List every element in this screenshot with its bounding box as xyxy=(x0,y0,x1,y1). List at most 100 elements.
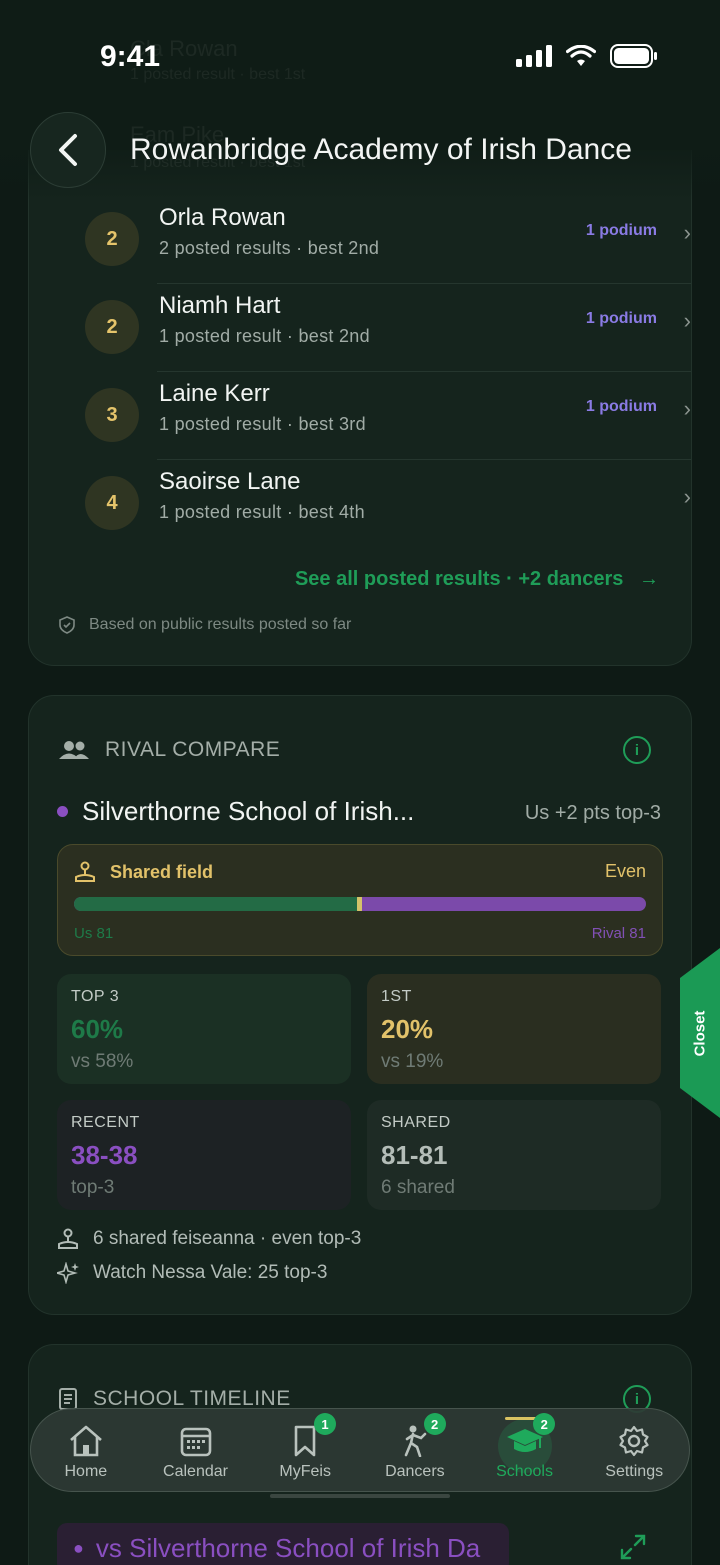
rank-badge: 4 xyxy=(85,476,139,530)
tab-myfeis[interactable]: MyFeis 1 xyxy=(250,1409,360,1491)
signal-icon xyxy=(516,45,552,67)
podium-badge: 1 podium xyxy=(585,398,657,415)
rank-badge: 2 xyxy=(85,212,139,266)
fact-text: 6 shared feiseanna · even top-3 xyxy=(93,1228,362,1249)
dancer-row-niamh-hart[interactable]: 2 Niamh Hart 1 posted result · best 2nd … xyxy=(57,284,691,372)
podium-badge: 1 podium xyxy=(585,310,657,327)
fact-watch: Watch Nessa Vale: 25 top-3 xyxy=(57,1262,327,1284)
see-all-results-link[interactable]: See all posted results · +2 dancers → xyxy=(295,568,659,591)
stat-label: RECENT xyxy=(71,1114,140,1131)
people-icon xyxy=(59,741,89,759)
info-icon[interactable]: i xyxy=(623,736,651,764)
stat-label: 1ST xyxy=(381,988,412,1005)
rival-compare-card: RIVAL COMPARE i Silverthorne School of I… xyxy=(28,695,692,1315)
notification-badge: 2 xyxy=(423,1413,446,1435)
tab-label: MyFeis xyxy=(279,1463,331,1480)
joystick-icon xyxy=(75,861,95,882)
wifi-icon xyxy=(566,45,596,66)
tab-schools[interactable]: Schools 2 xyxy=(470,1409,580,1491)
expand-icon[interactable] xyxy=(619,1533,647,1561)
tab-label: Settings xyxy=(605,1463,664,1480)
dancer-name: Laine Kerr xyxy=(159,380,270,407)
tab-calendar[interactable]: Calendar xyxy=(141,1409,251,1491)
stat-sub: 6 shared xyxy=(381,1177,455,1198)
chevron-left-icon xyxy=(59,134,77,166)
rival-name: Silverthorne School of Irish... xyxy=(82,796,415,826)
stat-sub: top-3 xyxy=(71,1177,115,1198)
shared-field-label: Shared field xyxy=(110,861,214,882)
joystick-icon xyxy=(58,1228,78,1249)
back-button[interactable] xyxy=(30,112,106,188)
shared-field-bar xyxy=(74,897,646,911)
status-time: 9:41 xyxy=(100,40,161,73)
closet-tab[interactable]: Closet xyxy=(680,948,720,1118)
shield-check-icon xyxy=(59,616,75,634)
stat-value: 81-81 xyxy=(381,1140,448,1170)
shared-field-status: Even xyxy=(604,861,646,881)
sparkle-icon xyxy=(57,1262,79,1284)
notification-badge: 1 xyxy=(313,1413,336,1435)
status-bar: 9:41 xyxy=(0,0,720,110)
notification-badge: 2 xyxy=(533,1413,556,1435)
shared-field-bar-us xyxy=(74,897,360,911)
arrow-right-icon: → xyxy=(639,568,659,590)
stat-value: 20% xyxy=(381,1014,434,1044)
tab-settings[interactable]: Settings xyxy=(579,1409,689,1491)
shared-field-title: Shared field xyxy=(74,861,213,883)
stat-recent: RECENT 38-38 top-3 xyxy=(57,1100,351,1210)
stat-first: 1ST 20% vs 19% xyxy=(367,974,661,1084)
rank-badge: 3 xyxy=(85,388,139,442)
chevron-right-icon: › xyxy=(683,308,691,333)
rival-meta: Us +2 pts top-3 xyxy=(524,802,661,824)
dancer-row-orla-rowan[interactable]: 2 Orla Rowan 2 posted results · best 2nd… xyxy=(57,196,691,284)
stat-value: 60% xyxy=(71,1014,124,1044)
fact-shared-feiseanna: 6 shared feiseanna · even top-3 xyxy=(57,1228,361,1250)
dancer-sub: 1 posted result · best 4th xyxy=(159,502,365,522)
tab-dancers[interactable]: Dancers 2 xyxy=(360,1409,470,1491)
stat-label: TOP 3 xyxy=(71,988,120,1005)
page-title: Rowanbridge Academy of Irish Dance xyxy=(130,133,632,166)
dancer-name: Niamh Hart xyxy=(159,292,281,319)
tab-bar: Home Calendar MyFeis 1 Dancers 2 Schools… xyxy=(30,1408,690,1492)
bookmark-icon xyxy=(294,1425,316,1457)
section-header: RIVAL COMPARE xyxy=(59,738,280,762)
tab-label: Home xyxy=(64,1463,108,1480)
stat-top3: TOP 3 60% vs 58% xyxy=(57,974,351,1084)
us-label: Us 81 xyxy=(74,925,114,942)
vs-rival-pill[interactable]: ● vs Silverthorne School of Irish Da xyxy=(57,1523,509,1565)
chevron-right-icon: › xyxy=(683,484,691,509)
rank-badge: 2 xyxy=(85,300,139,354)
shared-field-bar-marker xyxy=(357,897,362,911)
stat-sub: vs 19% xyxy=(381,1051,444,1072)
dancer-row-laine-kerr[interactable]: 3 Laine Kerr 1 posted result · best 3rd … xyxy=(57,372,691,460)
fact-text: Watch Nessa Vale: 25 top-3 xyxy=(93,1262,328,1283)
rival-label: Rival 81 xyxy=(591,925,646,942)
rival-dot: ● xyxy=(73,1537,84,1558)
dancer-sub: 1 posted result · best 2nd xyxy=(159,326,370,346)
dancer-row-saoirse-lane[interactable]: 4 Saoirse Lane 1 posted result · best 4t… xyxy=(57,460,691,548)
stat-value: 38-38 xyxy=(71,1140,138,1170)
podium-badge: 1 podium xyxy=(585,222,657,239)
dancer-icon xyxy=(404,1425,427,1457)
tab-label: Calendar xyxy=(163,1463,228,1480)
footnote-text: Based on public results posted so far xyxy=(89,616,352,633)
dancers-card: 2 Orla Rowan 2 posted results · best 2nd… xyxy=(28,150,692,666)
dancer-sub: 1 posted result · best 3rd xyxy=(159,414,366,434)
rival-dot xyxy=(57,806,68,817)
tab-label: Schools xyxy=(496,1463,553,1480)
chevron-right-icon: › xyxy=(683,396,691,421)
footnote: Based on public results posted so far xyxy=(59,616,351,634)
dancer-sub: 2 posted results · best 2nd xyxy=(159,238,380,258)
stat-shared: SHARED 81-81 6 shared xyxy=(367,1100,661,1210)
document-icon xyxy=(59,1388,77,1410)
home-indicator xyxy=(270,1494,450,1498)
see-all-label: See all posted results · +2 dancers xyxy=(294,568,624,590)
closet-label: Closet xyxy=(691,1010,709,1056)
dancer-name: Saoirse Lane xyxy=(159,468,301,495)
gear-icon xyxy=(619,1425,649,1457)
tab-home[interactable]: Home xyxy=(31,1409,141,1491)
rival-school[interactable]: Silverthorne School of Irish... xyxy=(57,796,414,827)
stat-sub: vs 58% xyxy=(71,1051,134,1072)
battery-icon xyxy=(610,44,657,68)
chevron-right-icon: › xyxy=(683,220,691,245)
